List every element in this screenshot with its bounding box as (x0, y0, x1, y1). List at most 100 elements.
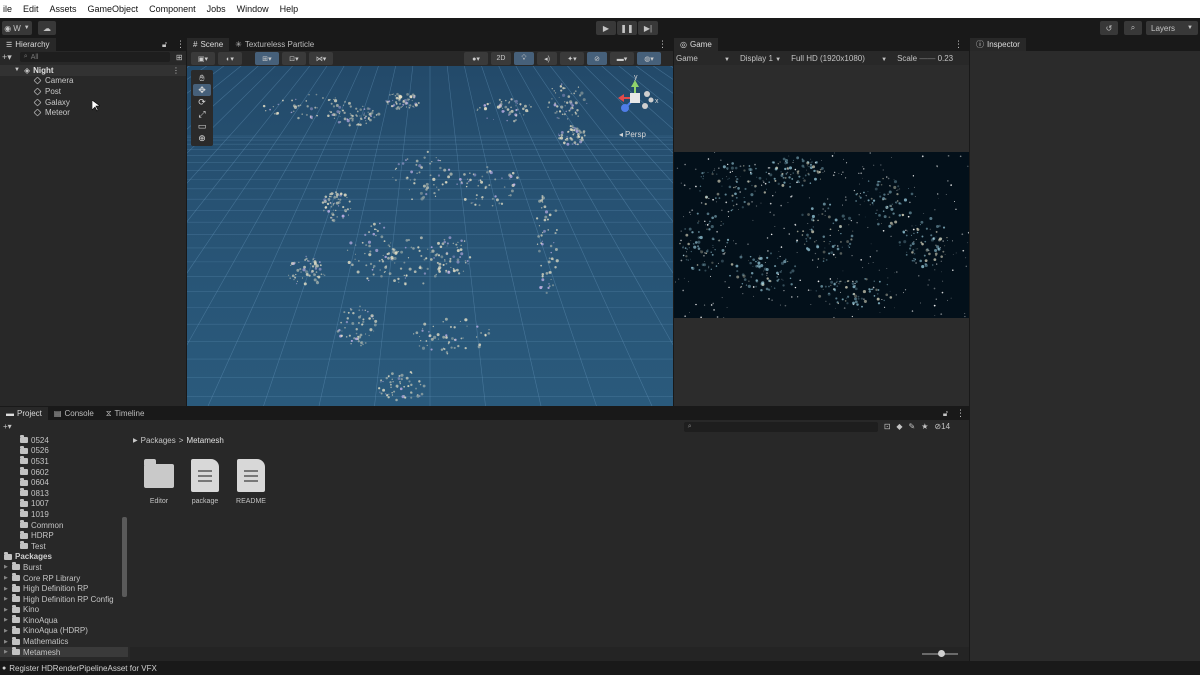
tab-console[interactable]: ▤ Console (48, 407, 100, 420)
account-dropdown[interactable]: ◉ W ▼ (2, 21, 32, 35)
projection-label[interactable]: ◂ Persp (619, 130, 646, 139)
slider-knob[interactable] (938, 650, 945, 657)
chevron-right-icon[interactable]: ▶ (4, 617, 8, 623)
favorite-icon[interactable]: ★ (921, 422, 928, 431)
scene-row-night[interactable]: ▼ ◈ Night ⋮ (0, 65, 186, 76)
menu-jobs[interactable]: Jobs (207, 4, 226, 14)
tree-folder-item[interactable]: 1019 (0, 509, 128, 520)
tab-timeline[interactable]: ⧖ Timeline (100, 407, 151, 420)
effects-toggle[interactable]: ✦▾ (560, 52, 584, 65)
more-menu-icon[interactable]: ⋮ (658, 39, 667, 50)
menu-window[interactable]: Window (237, 4, 269, 14)
tab-hierarchy[interactable]: ☰ Hierarchy (0, 38, 56, 51)
lighting-toggle[interactable]: 💡︎ (514, 52, 534, 65)
more-menu-icon[interactable]: ⋮ (176, 39, 185, 50)
scene-visibility-icon[interactable]: ⊞ (176, 53, 183, 62)
search-by-type-icon[interactable]: ⊡ (884, 422, 891, 431)
chevron-right-icon[interactable]: ▶ (4, 586, 8, 592)
more-menu-icon[interactable]: ⋮ (172, 66, 180, 75)
tree-package-item[interactable]: ▶ Mathematics (0, 636, 128, 647)
transform-tool[interactable]: ⊕ (193, 132, 211, 144)
pause-button[interactable]: ❚❚ (617, 21, 637, 35)
tree-package-item[interactable]: ▶ Metamesh (0, 646, 128, 658)
camera-settings-button[interactable]: ▬▾ (610, 52, 634, 65)
draw-mode-button[interactable]: ▣▾ (191, 52, 215, 65)
history-button[interactable]: ↺ (1100, 21, 1118, 35)
scene-viewport[interactable]: ✋︎ ✥ ⟳ ⤢ ▭ ⊕ y x ◂ Persp (187, 66, 673, 406)
snap-toggle[interactable]: ⊞▾ (255, 52, 279, 65)
tab-inspector[interactable]: ⓘ Inspector (970, 38, 1026, 51)
menu-assets[interactable]: Assets (50, 4, 77, 14)
tree-package-item[interactable]: ▶ KinoAqua (0, 615, 128, 626)
rotate-tool[interactable]: ⟳ (193, 96, 211, 108)
hand-tool[interactable]: ✋︎ (193, 72, 211, 84)
breadcrumb-metamesh[interactable]: Metamesh (186, 436, 223, 445)
breadcrumb-packages[interactable]: Packages (141, 436, 176, 445)
add-icon[interactable]: +▾ (2, 52, 12, 63)
move-tool[interactable]: ✥ (193, 84, 211, 96)
scale-tool[interactable]: ⤢ (193, 108, 211, 120)
menu-component[interactable]: Component (149, 4, 196, 14)
more-menu-icon[interactable]: ⋮ (954, 39, 963, 50)
tree-package-item[interactable]: ▶ Kino (0, 604, 128, 616)
tree-folder-item[interactable]: 1007 (0, 498, 128, 510)
play-button[interactable]: ▶ (596, 21, 616, 35)
tab-textureless-particle[interactable]: ✳ Textureless Particle (229, 38, 320, 51)
audio-toggle[interactable]: ◂) (537, 52, 557, 65)
grid-snap-button[interactable]: ⊡▾ (282, 52, 306, 65)
status-message[interactable]: Register HDRenderPipelineAsset for VFX (9, 664, 157, 673)
chevron-right-icon[interactable]: ▶ (4, 607, 8, 613)
orientation-gizmo[interactable]: y x (611, 72, 663, 128)
icon-size-slider[interactable] (922, 650, 958, 657)
project-tree-scrollbar[interactable] (122, 517, 127, 597)
cloud-button[interactable]: ☁ (38, 21, 56, 35)
more-menu-icon[interactable]: ⋮ (956, 408, 965, 419)
tree-package-item[interactable]: ▶ KinoAqua (HDRP) (0, 625, 128, 637)
step-button[interactable]: ▶| (638, 21, 658, 35)
tree-folder-item[interactable]: 0526 (0, 445, 128, 457)
chevron-right-icon[interactable]: ▶ (4, 649, 8, 655)
display-dropdown[interactable]: Display 1 ▼ (740, 54, 781, 63)
shading-button[interactable]: ●▾ (464, 52, 488, 65)
hierarchy-item-post[interactable]: Post (0, 86, 186, 97)
rect-tool[interactable]: ▭ (193, 120, 211, 132)
tree-folder-item[interactable]: 0602 (0, 467, 128, 478)
menu-edit[interactable]: Edit (23, 4, 39, 14)
menu-gameobject[interactable]: GameObject (88, 4, 139, 14)
asset-item-readme[interactable]: README (228, 459, 274, 505)
chevron-right-icon[interactable]: ▶ (4, 575, 8, 581)
tab-game[interactable]: ◎ Game (674, 38, 718, 51)
lock-icon[interactable]: 🔓︎ (943, 409, 948, 419)
hierarchy-search-input[interactable]: ⌕ All (19, 52, 170, 62)
menu-file[interactable]: ile (3, 4, 12, 14)
resolution-dropdown[interactable]: Full HD (1920x1080) ▼ (791, 54, 887, 63)
search-button[interactable]: ⌕ (1124, 21, 1142, 35)
game-view[interactable] (674, 152, 969, 318)
lock-icon[interactable]: 🔓︎ (162, 40, 167, 50)
tree-package-item[interactable]: ▶ High Definition RP Config (0, 594, 128, 605)
tree-folder-item[interactable]: 0531 (0, 456, 128, 467)
2d-toggle[interactable]: 2D (491, 52, 511, 65)
hidden-objects-toggle[interactable]: ⊘ (587, 52, 607, 65)
menu-help[interactable]: Help (280, 4, 299, 14)
tree-item-packages[interactable]: Packages (0, 551, 128, 563)
tree-folder-item[interactable]: 0813 (0, 488, 128, 499)
project-search-input[interactable]: ⌕ (683, 421, 878, 432)
game-mode-dropdown[interactable]: Game ▼ (676, 54, 730, 63)
layers-dropdown[interactable]: Layers ▼ (1146, 21, 1198, 35)
asset-item-editor[interactable]: Editor (136, 459, 182, 505)
tree-folder-item[interactable]: 0524 (0, 435, 128, 446)
chevron-right-icon[interactable]: ▶ (4, 564, 8, 570)
render-mode-button[interactable]: ◐▾ (218, 52, 242, 65)
search-by-label-icon[interactable]: ◆ (896, 422, 902, 431)
tab-project[interactable]: ▬ Project (0, 407, 48, 420)
tree-package-item[interactable]: ▶ Core RP Library (0, 573, 128, 584)
tree-folder-item[interactable]: 0604 (0, 477, 128, 488)
add-icon[interactable]: +▾ (3, 422, 12, 431)
gizmos-button[interactable]: ◍▾ (637, 52, 661, 65)
tree-folder-item[interactable]: HDRP (0, 530, 128, 541)
chevron-right-icon[interactable]: ▶ (4, 628, 8, 634)
hidden-packages-toggle[interactable]: ⊘14 (934, 422, 950, 431)
tree-folder-item[interactable]: Test (0, 541, 128, 552)
scale-slider[interactable]: Scale —— 0.23 (897, 54, 953, 63)
